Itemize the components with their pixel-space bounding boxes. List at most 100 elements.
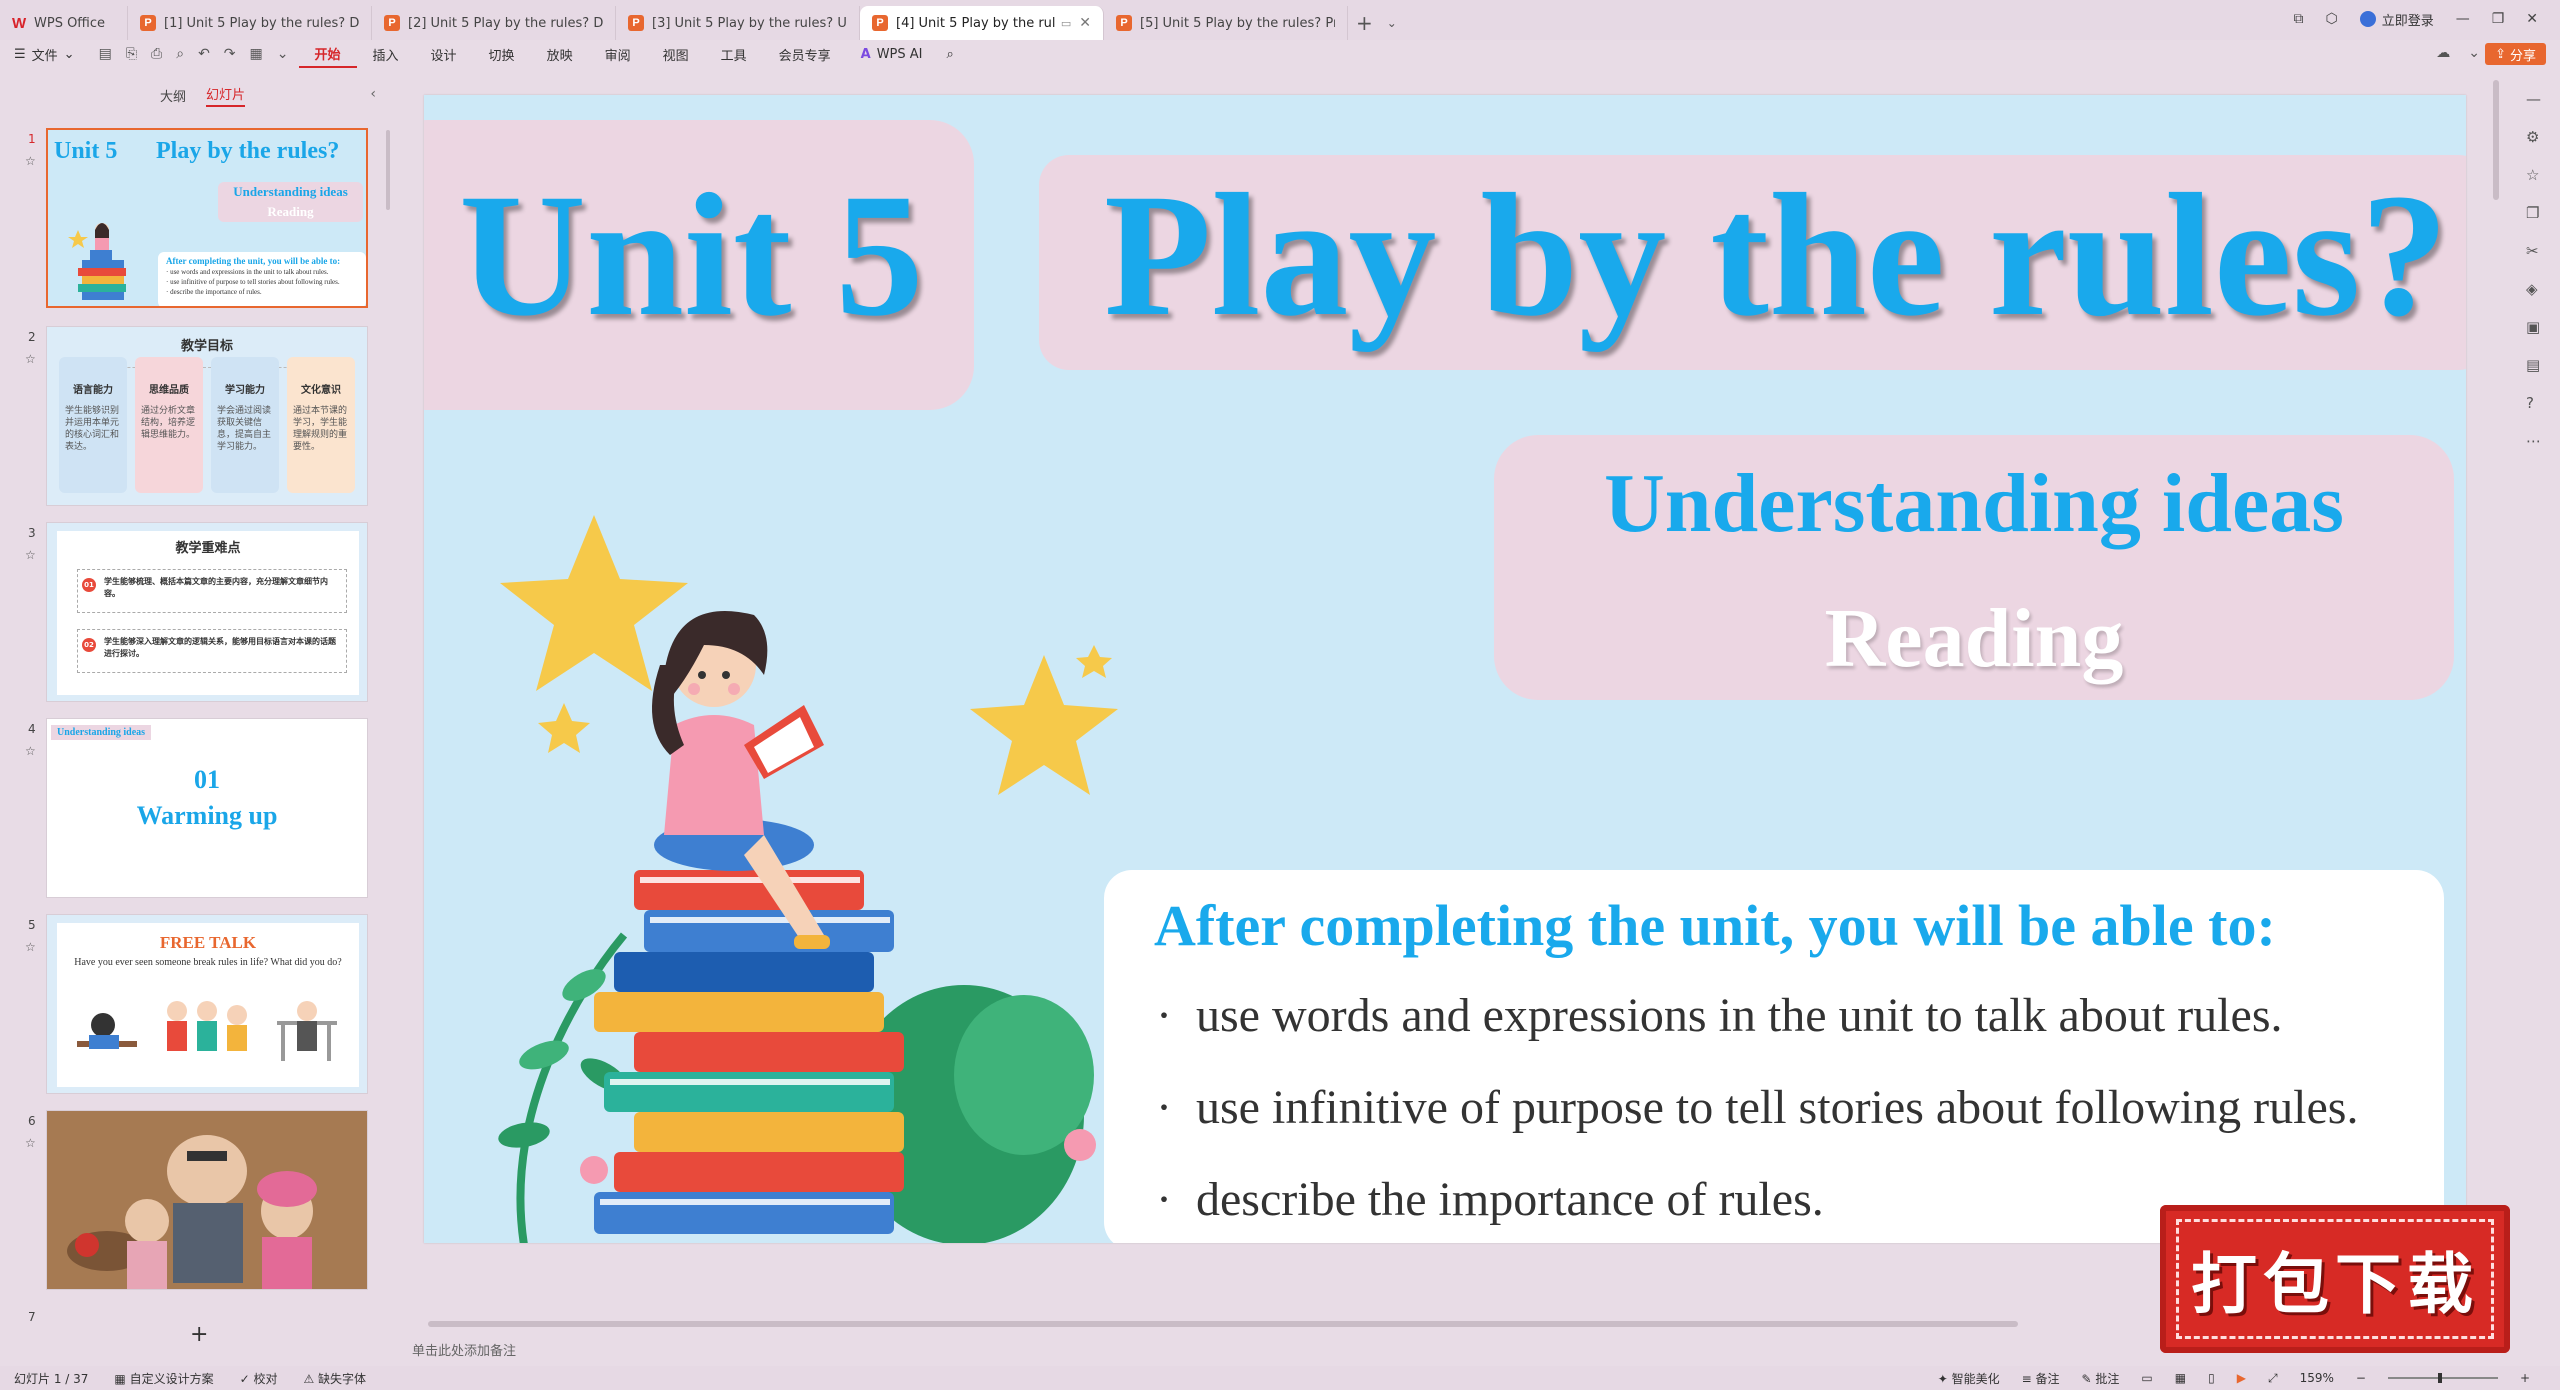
chevron-down-icon[interactable]: ⌄ [2468,45,2480,61]
proofing-button[interactable]: ✓ 校对 [240,1370,278,1387]
print-icon[interactable]: ⎙ [151,46,162,62]
unit-title[interactable]: Unit 5 [459,155,924,357]
format-painter-icon[interactable]: ▦ [250,46,263,62]
thumb-column: 思维品质 通过分析文章结构，培养逻辑思维能力。 [135,357,203,493]
tab-wps-office[interactable]: W WPS Office [0,6,128,40]
layers-icon[interactable]: ▣ [2526,318,2540,336]
slide-thumbnail-5[interactable]: FREE TALK Have you ever seen someone bre… [46,914,368,1094]
thumb-column: 文化意识 通过本节课的学习，学生能理解规则的重要性。 [287,357,355,493]
play-icon[interactable]: ▶ [2237,1371,2246,1385]
slide-thumbnail-6[interactable] [46,1110,368,1290]
tab-outline[interactable]: 大纲 [160,86,186,105]
star-icon[interactable]: ☆ [25,548,36,562]
restore-icon[interactable]: ❐ [2492,11,2505,27]
new-tab-button[interactable]: + [1348,6,1381,40]
zoom-slider-knob[interactable] [2437,1373,2442,1383]
current-slide[interactable]: Unit 5 Play by the rules? Understanding … [424,95,2466,1243]
notes-placeholder[interactable]: 单击此处添加备注 [412,1340,516,1359]
tab-document-1[interactable]: P [1] Unit 5 Play by the rules? Dev [128,6,372,40]
star-icon[interactable]: ☆ [2526,166,2539,184]
ribbon-tab-tools[interactable]: 工具 [705,40,763,68]
more-icon[interactable]: ⋯ [2526,432,2541,450]
close-window-icon[interactable]: ✕ [2526,11,2538,27]
slide-thumbnail-2[interactable]: 教学目标 语言能力 学生能够识别并运用本单元的核心词汇和表达。 思维品质 通过分… [46,326,368,506]
slide-thumbnail-4[interactable]: Understanding ideas 01 Warming up [46,718,368,898]
star-icon[interactable]: ☆ [25,744,36,758]
slide-sorter-icon[interactable]: ▦ [2175,1371,2186,1385]
ribbon-tab-review[interactable]: 审阅 [589,40,647,68]
normal-view-icon[interactable]: ▭ [2141,1371,2152,1385]
preview-icon[interactable]: ⌕ [176,46,184,62]
smart-beautify-button[interactable]: ✦ 智能美化 [1938,1370,2000,1387]
ribbon-tab-slideshow[interactable]: 放映 [531,40,589,68]
scrollbar-thumb[interactable] [428,1321,2018,1327]
fit-icon[interactable]: ⤢ [2268,1371,2278,1386]
save-icon[interactable]: ▤ [99,46,112,62]
ribbon-tab-view[interactable]: 视图 [647,40,705,68]
comments-button[interactable]: ✎ 批注 [2082,1370,2120,1387]
tools-icon[interactable]: ✂ [2526,242,2539,260]
layout-icon[interactable]: ⧉ [2293,11,2303,27]
tab-slides[interactable]: 幻灯片 [206,84,246,107]
star-icon[interactable]: ☆ [25,352,36,366]
slide-thumbnail-3[interactable]: 教学重难点 01 学生能够梳理、概括本篇文章的主要内容，充分理解文章细节内容。 … [46,522,368,702]
star-icon[interactable]: ☆ [25,154,36,168]
slide-title[interactable]: Play by the rules? [1104,155,2448,357]
design-scheme-button[interactable]: ▦ 自定义设计方案 [114,1370,213,1387]
zoom-in-icon[interactable]: + [2520,1371,2530,1385]
ribbon-tab-insert[interactable]: 插入 [357,40,415,68]
ribbon-tab-design[interactable]: 设计 [415,40,473,68]
redo-icon[interactable]: ↷ [224,46,236,62]
ribbon-tab-transitions[interactable]: 切换 [473,40,531,68]
number-badge: 02 [82,638,96,652]
shape-icon[interactable]: ◈ [2526,280,2538,298]
star-icon[interactable]: ☆ [25,940,36,954]
adjust-icon[interactable]: ⚙ [2526,128,2539,146]
login-button[interactable]: 立即登录 [2359,10,2434,29]
cube-icon[interactable]: ⬡ [2325,11,2337,27]
slide-section-label[interactable]: Reading [1494,590,2454,687]
chevron-down-icon[interactable]: ⌄ [1381,6,1403,40]
notes-label: 备注 [2035,1371,2060,1386]
vertical-scrollbar[interactable] [2490,80,2502,1320]
minimize-icon[interactable]: — [2456,11,2470,27]
ribbon-tab-home[interactable]: 开始 [298,40,357,68]
file-menu[interactable]: ☰ 文件 ⌄ [0,45,89,64]
tab-document-5[interactable]: P [5] Unit 5 Play by the rules? Pres [1104,6,1348,40]
screen-icon[interactable]: ▭ [1061,17,1071,30]
thumb-cartoon-illustration [77,1001,337,1061]
zoom-level[interactable]: 159% [2300,1371,2334,1385]
slide-subtitle[interactable]: Understanding ideas [1494,455,2454,552]
zoom-out-icon[interactable]: − [2356,1371,2366,1385]
close-icon[interactable]: ✕ [1079,15,1091,31]
cloud-icon[interactable]: ☁ [2436,45,2450,61]
thumb-column-heading: 语言能力 [73,385,113,396]
ribbon-tab-member[interactable]: 会员专享 [763,40,847,68]
book-icon[interactable]: ▤ [2526,356,2540,374]
missing-font-button[interactable]: ⚠ 缺失字体 [303,1370,366,1387]
tab-document-4[interactable]: P [4] Unit 5 Play by the rule ▭ ✕ [860,6,1104,40]
notes-button[interactable]: ≡ 备注 [2022,1370,2060,1387]
minus-icon[interactable]: — [2526,90,2541,108]
download-stamp[interactable]: 打包下载 [2160,1205,2510,1353]
undo-icon[interactable]: ↶ [198,46,210,62]
share-button[interactable]: ⇪ 分享 [2485,43,2546,65]
collapse-icon[interactable]: ‹ [370,86,376,102]
wps-ai-button[interactable]: A WPS AI [847,47,937,62]
thumbnail-scrollbar[interactable] [386,130,390,210]
help-icon[interactable]: ? [2526,394,2534,412]
search-icon[interactable]: ⌕ [937,47,964,62]
zoom-slider[interactable] [2387,1373,2498,1383]
slide-thumbnail-1[interactable]: Unit 5 Play by the rules? Understanding … [46,128,368,308]
thumb-point: 01 学生能够梳理、概括本篇文章的主要内容，充分理解文章细节内容。 [77,569,347,613]
scrollbar-thumb[interactable] [2493,80,2499,200]
reading-view-icon[interactable]: ▯ [2208,1371,2215,1385]
learning-goals-box[interactable]: After completing the unit, you will be a… [1104,870,2444,1243]
export-icon[interactable]: ⎘ [126,46,137,62]
chevron-down-icon[interactable]: ⌄ [277,46,289,62]
star-icon[interactable]: ☆ [25,1136,36,1150]
tab-document-2[interactable]: P [2] Unit 5 Play by the rules? Dev [372,6,616,40]
add-slide-button[interactable]: + [190,1322,208,1347]
copy-icon[interactable]: ❐ [2526,204,2539,222]
tab-document-3[interactable]: P [3] Unit 5 Play by the rules? Und [616,6,860,40]
